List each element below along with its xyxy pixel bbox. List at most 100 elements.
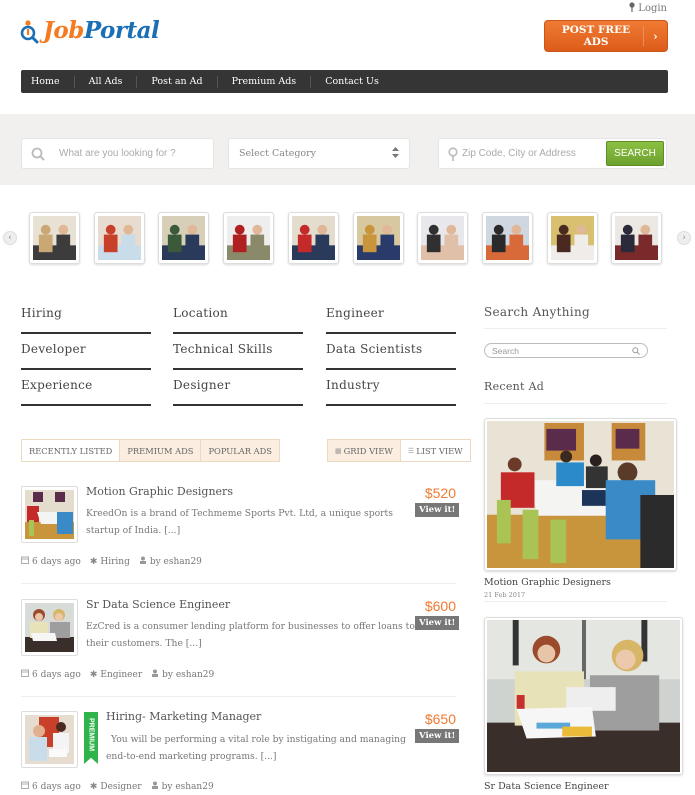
listing-meta: 6 days ago ✱ Engineer by eshan29 xyxy=(21,669,214,680)
listing-category[interactable]: Hiring xyxy=(100,557,129,567)
keyword-search-input[interactable]: What are you looking for ? xyxy=(21,138,214,169)
nav-item-post-an-ad[interactable]: Post an Ad xyxy=(151,75,218,88)
divider xyxy=(484,328,667,329)
carousel-thumbnail[interactable] xyxy=(352,212,404,264)
thumbnail-photo xyxy=(162,216,206,260)
carousel-thumbnail[interactable] xyxy=(481,212,533,264)
thumbnail-photo xyxy=(421,216,465,260)
tab-premium-ads[interactable]: PREMIUM ADS xyxy=(120,440,202,461)
listing-title[interactable]: Motion Graphic Designers xyxy=(86,485,233,498)
listing-posted: 6 days ago xyxy=(32,781,81,792)
view-it-button[interactable]: View it! xyxy=(415,616,460,630)
listing-meta: 6 days ago ✱ Hiring by eshan29 xyxy=(21,556,202,567)
divider xyxy=(21,583,456,584)
category-selected-value: Select Category xyxy=(239,148,317,159)
nav-item-premium-ads[interactable]: Premium Ads xyxy=(232,75,312,88)
carousel-thumbnail[interactable] xyxy=(29,212,80,264)
listing-author[interactable]: by eshan29 xyxy=(162,670,214,680)
premium-badge: PREMIUM xyxy=(84,712,98,764)
carousel-thumbnail[interactable] xyxy=(223,212,275,264)
nav-item-home[interactable]: Home xyxy=(31,75,75,88)
logo-text-portal: Portal xyxy=(83,17,160,44)
view-it-button[interactable]: View it! xyxy=(415,729,460,743)
calendar-icon xyxy=(21,556,29,567)
listing-meta: 6 days ago ✱ Designer by eshan29 xyxy=(21,781,214,792)
listing-description: KreedOn is a brand of Techmeme Sports Pv… xyxy=(86,508,393,536)
category-link-technical-skills[interactable]: Technical Skills xyxy=(173,342,303,370)
recent-ad-date-1: 21 Feb 2017 xyxy=(484,591,526,599)
recent-ad-title-1[interactable]: Motion Graphic Designers xyxy=(484,577,611,588)
carousel-thumbnail[interactable] xyxy=(287,212,339,264)
select-arrows-icon xyxy=(392,146,399,161)
divider xyxy=(484,403,667,404)
listing-description: You will be performing a vital role by i… xyxy=(106,734,406,762)
listing-author[interactable]: by eshan29 xyxy=(150,557,202,567)
category-asterisk-icon: ✱ xyxy=(89,556,98,567)
view-it-button[interactable]: View it! xyxy=(415,503,460,517)
sidebar-search-input[interactable]: Search xyxy=(484,343,648,358)
category-link-developer[interactable]: Developer xyxy=(21,342,151,370)
post-free-ads-button[interactable]: POST FREE ADS › xyxy=(544,20,668,52)
user-icon xyxy=(151,781,159,792)
listing-category[interactable]: Engineer xyxy=(100,670,142,680)
nav-item-contact-us[interactable]: Contact Us xyxy=(325,76,393,88)
listing-thumbnail[interactable] xyxy=(21,711,78,768)
site-logo[interactable]: JobPortal xyxy=(20,17,160,44)
calendar-icon xyxy=(21,781,29,792)
login-label: Login xyxy=(638,3,667,14)
carousel-thumbnail[interactable] xyxy=(93,212,145,264)
thumbnail-photo xyxy=(291,216,335,260)
listing-author[interactable]: by eshan29 xyxy=(162,782,214,792)
keyword-placeholder: What are you looking for ? xyxy=(59,148,176,159)
list-icon: ☰ xyxy=(407,446,415,455)
category-link-engineer[interactable]: Engineer xyxy=(326,306,456,334)
category-link-designer[interactable]: Designer xyxy=(173,378,303,406)
thumbnail-photo xyxy=(485,216,529,260)
divider xyxy=(484,601,667,602)
search-icon xyxy=(31,147,45,161)
category-asterisk-icon: ✱ xyxy=(89,669,98,680)
thumbnail-photo xyxy=(550,216,594,260)
post-free-ads-label: POST FREE ADS xyxy=(561,24,631,48)
calendar-icon xyxy=(21,669,29,680)
category-link-location[interactable]: Location xyxy=(173,306,303,334)
tab-popular-ads[interactable]: POPULAR ADS xyxy=(201,440,279,461)
location-search-input[interactable]: Zip Code, City or Address SEARCH xyxy=(438,138,667,169)
carousel-thumbnail[interactable] xyxy=(611,212,663,264)
recent-ad-title-2[interactable]: Sr Data Science Engineer xyxy=(484,781,609,792)
user-icon xyxy=(139,556,147,567)
list-view-button[interactable]: ☰ LIST VIEW xyxy=(400,440,470,461)
listing-thumbnail[interactable] xyxy=(21,599,78,656)
grid-view-button[interactable]: ▦ GRID VIEW xyxy=(328,440,401,461)
listing-thumbnail[interactable] xyxy=(21,486,78,543)
recent-ad-heading: Recent Ad xyxy=(484,380,545,393)
main-nav: Home All Ads Post an Ad Premium Ads Cont… xyxy=(21,70,668,93)
category-link-industry[interactable]: Industry xyxy=(326,378,456,406)
recent-ad-image-1[interactable] xyxy=(484,418,677,571)
category-link-data-scientists[interactable]: Data Scientists xyxy=(326,342,456,370)
category-link-experience[interactable]: Experience xyxy=(21,378,151,406)
recent-ad-image-2[interactable] xyxy=(484,617,683,775)
search-button[interactable]: SEARCH xyxy=(606,141,664,166)
listing-title[interactable]: Sr Data Science Engineer xyxy=(86,598,230,611)
carousel-prev-button[interactable]: ‹ xyxy=(3,231,17,245)
login-link[interactable]: Login xyxy=(629,2,667,15)
nav-item-all-ads[interactable]: All Ads xyxy=(89,75,138,88)
map-pin-icon xyxy=(629,2,635,15)
location-pin-icon xyxy=(448,146,458,161)
listing-title[interactable]: Hiring- Marketing Manager xyxy=(106,710,261,723)
carousel-next-button[interactable]: › xyxy=(677,231,691,245)
listing-posted: 6 days ago xyxy=(32,556,81,567)
listing-price: $520 xyxy=(424,485,456,501)
location-placeholder: Zip Code, City or Address xyxy=(462,148,576,159)
tab-recently-listed[interactable]: RECENTLY LISTED xyxy=(22,440,121,461)
listing-price: $600 xyxy=(424,598,456,614)
view-toggle: ▦ GRID VIEW ☰ LIST VIEW xyxy=(327,439,471,462)
listing-price: $650 xyxy=(424,711,456,727)
carousel-thumbnail[interactable] xyxy=(158,212,210,264)
listing-category[interactable]: Designer xyxy=(100,782,141,792)
carousel-thumbnail[interactable] xyxy=(417,212,469,264)
category-link-hiring[interactable]: Hiring xyxy=(21,306,151,334)
category-select[interactable]: Select Category xyxy=(228,138,410,169)
carousel-thumbnail[interactable] xyxy=(546,212,598,264)
